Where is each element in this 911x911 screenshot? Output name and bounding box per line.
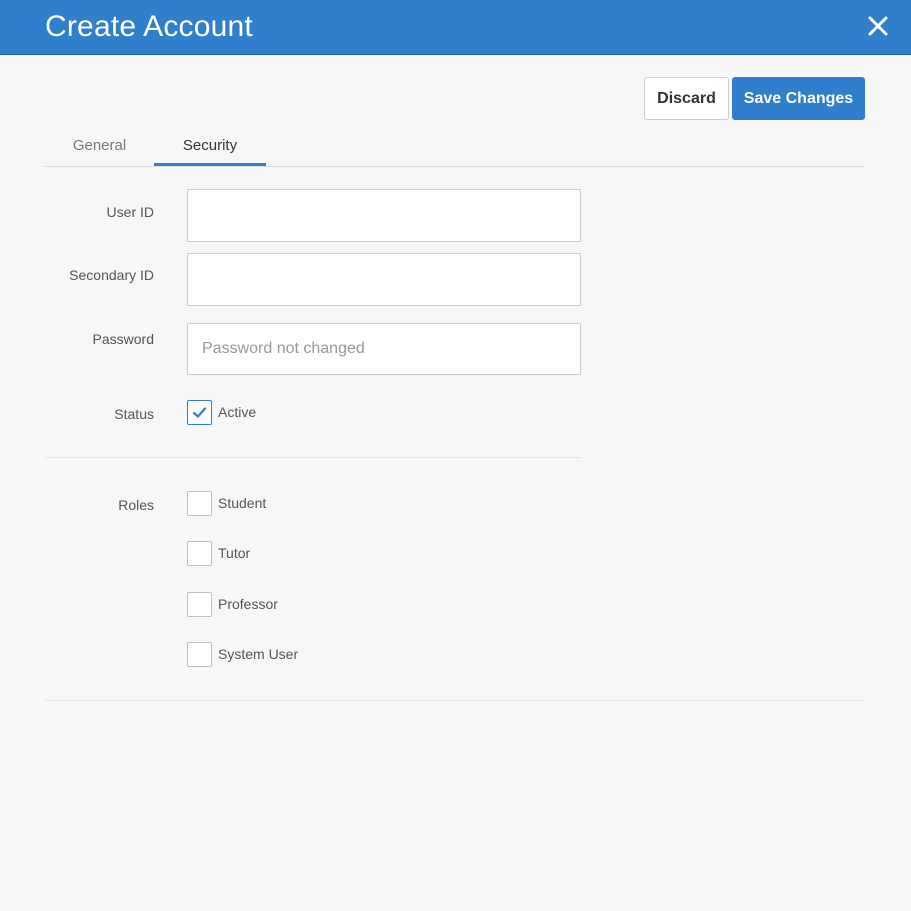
close-icon[interactable] [865, 13, 891, 39]
dialog-header: Create Account [0, 0, 911, 55]
role-student-label: Student [218, 495, 267, 511]
role-tutor-checkbox[interactable] [187, 541, 212, 566]
tab-security[interactable]: Security [154, 125, 266, 166]
role-tutor-label: Tutor [218, 545, 251, 561]
role-system-user-label: System User [218, 646, 299, 662]
active-checkbox[interactable] [187, 400, 212, 425]
password-label: Password [92, 331, 154, 347]
secondary-id-label: Secondary ID [69, 267, 154, 283]
secondary-id-input[interactable] [187, 253, 581, 306]
active-checkbox-label: Active [218, 404, 257, 420]
role-system-user-checkbox[interactable] [187, 642, 212, 667]
discard-button[interactable]: Discard [644, 77, 729, 120]
tab-bar: General Security [45, 125, 865, 167]
role-professor-label: Professor [218, 596, 278, 612]
password-input[interactable] [187, 323, 581, 375]
checkmark-icon [192, 407, 207, 418]
tab-general[interactable]: General [45, 125, 154, 166]
section-divider [45, 457, 581, 458]
bottom-divider [45, 700, 865, 701]
user-id-label: User ID [106, 204, 154, 220]
user-id-input[interactable] [187, 189, 581, 242]
role-student-checkbox[interactable] [187, 491, 212, 516]
role-professor-checkbox[interactable] [187, 592, 212, 617]
save-changes-button[interactable]: Save Changes [732, 77, 865, 120]
status-label: Status [114, 406, 154, 422]
roles-label: Roles [118, 497, 154, 513]
dialog-title: Create Account [45, 10, 253, 43]
